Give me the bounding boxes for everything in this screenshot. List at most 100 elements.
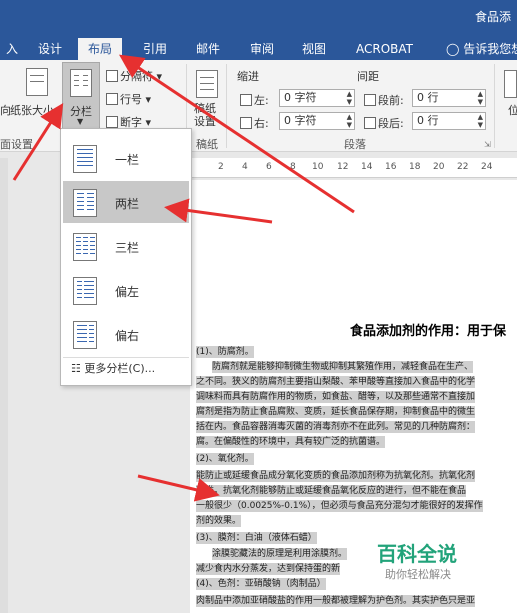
menu-item-label: 两栏 (115, 197, 140, 211)
ribbon-separator (494, 64, 495, 148)
menu-item-left[interactable]: 偏左 (63, 269, 189, 311)
spacing-heading: 间距 (357, 70, 379, 83)
tab-insert[interactable]: 入 (0, 38, 28, 60)
ruler-tick: 10 (312, 162, 324, 172)
draft-paper-icon (196, 70, 218, 98)
line-numbers-button[interactable]: 行号 ▾ (106, 91, 151, 107)
chevron-down-icon: ▼ (77, 117, 84, 126)
right-column-icon (73, 321, 97, 349)
ruler-tick: 18 (409, 162, 421, 172)
ruler-tick: 8 (290, 162, 296, 172)
line-numbers-icon (106, 93, 118, 105)
dialog-launcher-icon[interactable]: ⇲ (484, 140, 491, 149)
document-line: 剂的效果。 (196, 515, 242, 527)
tab-layout[interactable]: 布局 (78, 38, 123, 60)
ruler-tick: 16 (385, 162, 397, 172)
paper-size-button[interactable]: 纸张大小 (10, 102, 54, 118)
menu-item-one-column[interactable]: 一栏 (63, 137, 189, 179)
ruler-tick: 4 (242, 162, 248, 172)
spinner-arrows-icon[interactable]: ▲ ▼ (347, 90, 352, 106)
space-before-label: 段前: (364, 92, 404, 108)
document-line: (3)、膜剂：白油（液体石蜡） (196, 532, 317, 544)
draft-group-label: 稿纸 (196, 138, 218, 151)
space-before-input[interactable]: 0 行 ▲ ▼ (412, 89, 486, 107)
spinner-arrows-icon[interactable]: ▲ ▼ (347, 113, 352, 129)
watermark-slogan: 助你轻松解决 (385, 568, 451, 581)
page-setup-group-label: 面设置 (0, 138, 33, 151)
document-title: 食品添 (474, 10, 511, 24)
tab-references[interactable]: 引用 (133, 38, 177, 60)
indent-left-icon (240, 94, 252, 106)
menu-item-three-columns[interactable]: 三栏 (63, 225, 189, 267)
watermark-brand: 百科全说 (377, 542, 457, 566)
line-numbers-label: 行号 (120, 93, 142, 106)
ribbon-tabs: 入 设计 布局 引用 邮件 审阅 视图 ACROBAT ◯ 告诉我您想 (0, 34, 517, 60)
space-after-label: 段后: (364, 115, 404, 131)
space-after-icon (364, 117, 376, 129)
left-column-icon (73, 277, 97, 305)
one-column-icon (73, 145, 97, 173)
tab-view[interactable]: 视图 (292, 38, 336, 60)
space-after-input[interactable]: 0 行 ▲ ▼ (412, 112, 486, 130)
document-line: (1)、防腐剂。 (196, 346, 254, 358)
vertical-ruler (0, 158, 8, 613)
menu-item-label: 偏左 (115, 285, 140, 299)
document-line: 减少食内水分蒸发，达到保持蛋的新 (196, 563, 341, 575)
paragraph-group-label: 段落 (344, 138, 366, 151)
document-line: 能防止或延缓食品成分氧化变质的食品添加剂称为抗氧化剂。抗氧化剂 (196, 470, 476, 482)
paper-size-icon (26, 68, 48, 96)
space-before-icon (364, 94, 376, 106)
ruler-tick: 20 (433, 162, 445, 172)
tab-mailings[interactable]: 邮件 (186, 38, 230, 60)
breaks-icon (106, 70, 118, 82)
document-line: 防腐剂就是能够抑制微生物或抑制其繁殖作用，减轻食品在生产、 (212, 361, 474, 373)
document-line: 涂膜驼藏法的原理是利用涂膜剂。 (212, 548, 348, 560)
title-bar: 食品添 (0, 0, 517, 34)
ruler-tick: 14 (361, 162, 373, 172)
columns-button[interactable]: 分栏 ▼ (62, 62, 100, 130)
ruler-tick: 12 (337, 162, 349, 172)
ruler-tick: 6 (266, 162, 272, 172)
menu-item-label: 一栏 (115, 153, 140, 167)
three-columns-icon (73, 233, 97, 261)
document-line: (2)、氧化剂。 (196, 453, 254, 465)
horizontal-ruler: 2 4 6 8 10 12 14 16 18 20 22 24 (192, 158, 517, 178)
document-line: 一般很少（0.0025%-0.1%），但必须与食品充分混匀才能很好的发挥作 (196, 500, 483, 512)
document-line: 括在内。食品容器消毒灭菌的消毒剂亦不在此列。常见的几种防腐剂： (196, 421, 476, 433)
menu-item-two-columns[interactable]: 两栏 (63, 181, 189, 223)
tell-me-label: 告诉我您想 (463, 42, 517, 56)
tab-design[interactable]: 设计 (28, 38, 72, 60)
document-line: 剂类。抗氧化剂能够防止或延缓食品氧化反应的进行，但不能在食品 (196, 485, 467, 497)
document-line: 腐。在偏酸性的环境中，具有较广泛的抗菌谱。 (196, 436, 386, 448)
indent-right-label: 右: (240, 115, 269, 131)
two-columns-icon (73, 189, 97, 217)
document-line: 调味料而具有防腐作用的物质，如食盐、醋等，以及那些通常不直接加 (196, 391, 476, 403)
breaks-button[interactable]: 分隔符 ▾ (106, 68, 162, 84)
watermark-logo: 百科全说 助你轻松解决 (363, 536, 483, 586)
more-columns-label: 更多分栏(C)... (84, 362, 156, 375)
document-line: (4)、色剂：亚硝酸钠（肉制品） (196, 578, 326, 590)
breaks-label: 分隔符 (120, 70, 153, 83)
hyphenation-icon (106, 116, 118, 128)
ruler-tick: 24 (481, 162, 493, 172)
indent-right-input[interactable]: 0 字符 ▲ ▼ (279, 112, 355, 130)
tab-acrobat[interactable]: ACROBAT (346, 38, 423, 60)
indent-right-icon (240, 117, 252, 129)
tab-review[interactable]: 审阅 (240, 38, 284, 60)
columns-dropdown-menu: 一栏 两栏 三栏 偏左 偏右 ☷ 更多分栏(C)... (60, 128, 192, 386)
position-button-cut[interactable]: 位 (508, 102, 517, 118)
more-columns-button[interactable]: ☷ 更多分栏(C)... (63, 357, 189, 381)
document-heading: 食品添加剂的作用：用于保 (350, 324, 507, 339)
indent-heading: 缩进 (237, 70, 259, 83)
menu-item-label: 偏右 (115, 329, 140, 343)
columns-icon (70, 69, 92, 97)
menu-item-label: 三栏 (115, 241, 140, 255)
menu-item-right[interactable]: 偏右 (63, 313, 189, 355)
tell-me-search[interactable]: ◯ 告诉我您想 (436, 38, 517, 60)
spinner-arrows-icon[interactable]: ▲ ▼ (478, 113, 483, 129)
indent-left-input[interactable]: 0 字符 ▲ ▼ (279, 89, 355, 107)
ribbon-separator (226, 64, 227, 148)
spinner-arrows-icon[interactable]: ▲ ▼ (478, 90, 483, 106)
ruler-tick: 2 (218, 162, 224, 172)
draft-paper-button[interactable]: 稿纸设置 (194, 102, 218, 128)
